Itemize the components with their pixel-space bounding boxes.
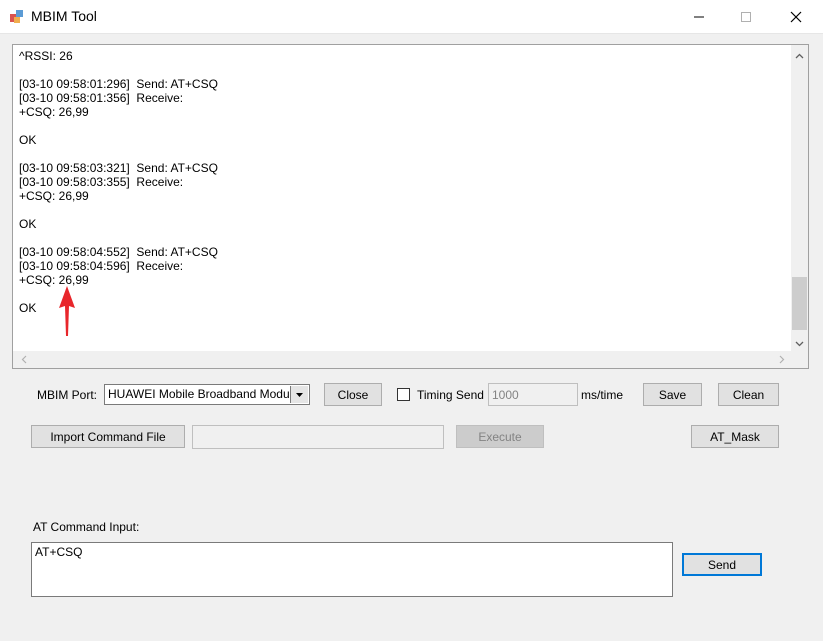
chevron-left-icon bbox=[21, 355, 26, 364]
scroll-thumb[interactable] bbox=[792, 277, 807, 330]
import-file-path-input[interactable] bbox=[192, 425, 444, 449]
chevron-down-icon bbox=[795, 341, 804, 346]
maximize-icon bbox=[741, 11, 751, 22]
close-window-button[interactable] bbox=[773, 0, 819, 33]
mbim-port-select[interactable]: HUAWEI Mobile Broadband Module bbox=[104, 384, 310, 405]
scroll-left-button[interactable] bbox=[15, 351, 32, 368]
window-title: MBIM Tool bbox=[31, 8, 97, 24]
at-mask-button[interactable]: AT_Mask bbox=[691, 425, 779, 448]
execute-button[interactable]: Execute bbox=[456, 425, 544, 448]
scrollbar-corner bbox=[791, 351, 808, 368]
save-button[interactable]: Save bbox=[643, 383, 702, 406]
minimize-button[interactable] bbox=[676, 0, 722, 33]
log-line: [03-10 09:58:01:356] Receive: bbox=[19, 91, 184, 105]
log-line: +CSQ: 26,99 bbox=[19, 189, 89, 203]
log-line: OK bbox=[19, 301, 37, 315]
scroll-right-button[interactable] bbox=[773, 351, 790, 368]
log-text: ^RSSI: 26 [03-10 09:58:01:296] Send: AT+… bbox=[19, 49, 789, 349]
import-command-file-button[interactable]: Import Command File bbox=[31, 425, 185, 448]
clean-button[interactable]: Clean bbox=[718, 383, 779, 406]
at-command-input[interactable]: AT+CSQ bbox=[31, 542, 673, 597]
scroll-up-button[interactable] bbox=[791, 47, 808, 64]
vertical-scrollbar[interactable] bbox=[791, 45, 808, 352]
timing-interval-input[interactable] bbox=[488, 383, 578, 406]
dropdown-arrow-icon[interactable] bbox=[290, 386, 308, 403]
scroll-down-button[interactable] bbox=[791, 335, 808, 352]
send-button[interactable]: Send bbox=[682, 553, 762, 576]
horizontal-scrollbar[interactable] bbox=[13, 351, 792, 368]
log-line: [03-10 09:58:04:596] Receive: bbox=[19, 259, 184, 273]
log-line: +CSQ: 26,99 bbox=[19, 105, 89, 119]
timing-send-checkbox[interactable] bbox=[397, 388, 410, 401]
app-icon bbox=[10, 10, 23, 23]
at-command-input-label: AT Command Input: bbox=[33, 520, 140, 534]
log-output[interactable]: ^RSSI: 26 [03-10 09:58:01:296] Send: AT+… bbox=[12, 44, 809, 369]
log-line: [03-10 09:58:04:552] Send: AT+CSQ bbox=[19, 245, 218, 259]
chevron-right-icon bbox=[779, 355, 784, 364]
log-line: [03-10 09:58:03:355] Receive: bbox=[19, 175, 184, 189]
timing-send-label: Timing Send bbox=[417, 388, 484, 402]
minimize-icon bbox=[694, 16, 704, 17]
log-line: ^RSSI: 26 bbox=[19, 49, 73, 63]
log-line: +CSQ: 26,99 bbox=[19, 273, 89, 287]
mbim-port-label: MBIM Port: bbox=[37, 388, 98, 402]
log-line: [03-10 09:58:03:321] Send: AT+CSQ bbox=[19, 161, 218, 175]
mbim-port-value: HUAWEI Mobile Broadband Module bbox=[108, 387, 290, 401]
ms-time-label: ms/time bbox=[581, 388, 623, 402]
title-bar[interactable]: MBIM Tool bbox=[0, 0, 823, 34]
log-line: OK bbox=[19, 217, 37, 231]
timing-interval-value[interactable] bbox=[489, 384, 577, 405]
import-file-path-value[interactable] bbox=[193, 426, 443, 448]
close-port-button[interactable]: Close bbox=[324, 383, 382, 406]
red-arrow-annotation bbox=[59, 286, 75, 336]
at-command-textarea[interactable]: AT+CSQ bbox=[32, 543, 672, 596]
close-icon bbox=[790, 11, 802, 22]
maximize-button[interactable] bbox=[723, 0, 769, 33]
log-line: OK bbox=[19, 133, 37, 147]
log-line: [03-10 09:58:01:296] Send: AT+CSQ bbox=[19, 77, 218, 91]
chevron-up-icon bbox=[795, 53, 804, 58]
